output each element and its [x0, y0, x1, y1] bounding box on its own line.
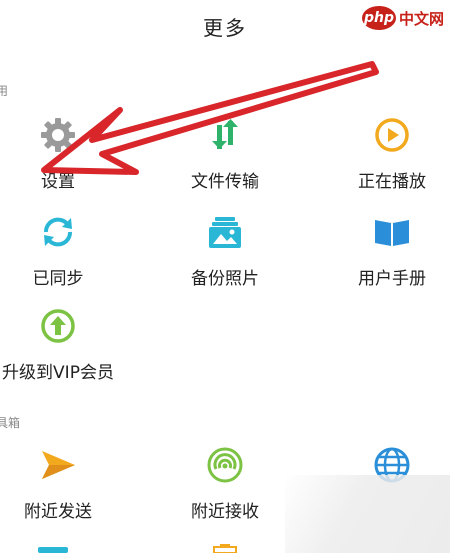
- menu-item-photo-backup[interactable]: 备份照片: [150, 212, 300, 289]
- menu-item-label: 用户手册: [358, 269, 426, 289]
- fade-overlay: [285, 475, 450, 553]
- menu-item-label: 已同步: [32, 269, 84, 289]
- menu-item-nearby-receive[interactable]: 附近接收: [150, 445, 300, 522]
- photo-backup-icon: [209, 217, 241, 248]
- menu-item-upgrade-vip[interactable]: 升级到VIP会员: [0, 306, 133, 383]
- menu-item-label: 文件传输: [191, 172, 259, 192]
- upgrade-arrow-icon: [41, 309, 75, 343]
- transfer-arrows-icon: [212, 119, 238, 149]
- menu-item-label: 备份照片: [191, 269, 259, 289]
- send-icon: [42, 451, 75, 479]
- menu-item-nearby-send[interactable]: 附近发送: [0, 445, 133, 522]
- menu-item-now-playing[interactable]: 正在播放: [317, 115, 450, 192]
- book-icon: [375, 220, 409, 246]
- receive-signal-icon: [207, 447, 243, 483]
- section-label-toolbox: 具箱: [0, 416, 21, 430]
- section-label-apps: 用: [0, 84, 9, 98]
- menu-item-label: 正在播放: [358, 172, 426, 192]
- watermark: php 中文网: [361, 3, 444, 33]
- sync-icon: [43, 217, 73, 247]
- play-circle-icon: [375, 118, 409, 152]
- menu-item-label: 设置: [41, 172, 75, 192]
- menu-item-synced[interactable]: 已同步: [0, 212, 133, 289]
- menu-item-user-manual[interactable]: 用户手册: [317, 212, 450, 289]
- menu-item-settings[interactable]: 设置: [0, 115, 133, 192]
- clipboard-icon: [213, 544, 237, 553]
- gear-icon: [41, 118, 75, 152]
- menu-item-file-transfer[interactable]: 文件传输: [150, 115, 300, 192]
- menu-item-label: 附近接收: [191, 502, 259, 522]
- menu-item-label: 附近发送: [24, 502, 92, 522]
- watermark-text: 中文网: [398, 9, 444, 28]
- watermark-logo: php: [361, 6, 396, 30]
- menu-item-label: 升级到VIP会员: [2, 363, 114, 383]
- camera-icon: [38, 547, 68, 553]
